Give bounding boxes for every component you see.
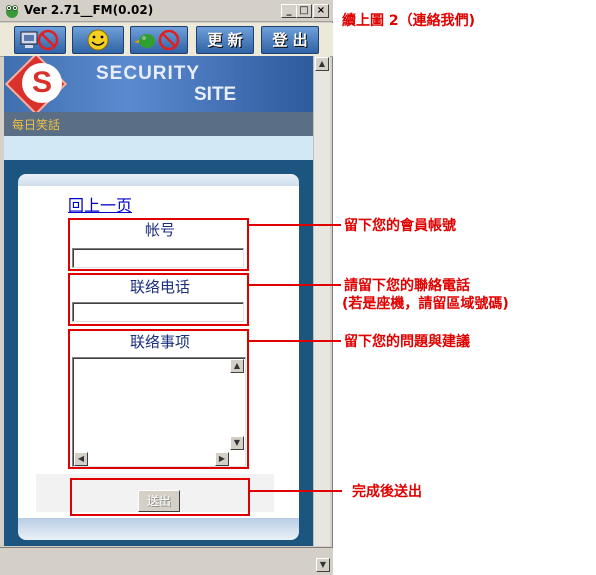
light-strip (4, 136, 313, 160)
phone-highlight-box (68, 273, 249, 326)
update-char-1: 更 (207, 31, 223, 49)
phone-leader-line (249, 284, 341, 286)
toolbar-no-computer-button[interactable] (14, 26, 66, 54)
prohibited-computer-icon (20, 29, 59, 51)
matters-highlight-box (68, 329, 249, 469)
window-vertical-scrollbar[interactable]: ▲ (313, 56, 330, 546)
update-button-label: 更 新 (197, 27, 253, 53)
account-leader-line (249, 224, 341, 226)
matters-note: 留下您的問題與建議 (344, 334, 470, 350)
minimize-button[interactable]: _ (281, 4, 297, 18)
phone-note-line-2: (若是座機，請留區域號碼) (342, 296, 509, 312)
toolbar-logout-button[interactable]: 登 出 (261, 26, 319, 54)
toolbar-no-bird-button[interactable] (130, 26, 188, 54)
toolbar-update-button[interactable]: 更 新 (196, 26, 254, 54)
daily-jokes-link[interactable]: 每日笑話 (12, 116, 60, 133)
nav-bar: 每日笑話 (4, 112, 313, 136)
annotation-heading: 續上圖 2（連絡我們) (342, 13, 476, 29)
back-link[interactable]: 回上一页 (68, 192, 132, 216)
logout-button-label: 登 出 (262, 27, 318, 53)
account-highlight-box (68, 218, 249, 271)
status-bar: ▼ (0, 547, 333, 575)
smiley-face-icon (87, 29, 109, 51)
brand-line-2: SITE (194, 84, 237, 105)
toolbar-smiley-button[interactable] (72, 26, 124, 54)
submit-highlight-box (70, 478, 250, 516)
prohibited-bird-icon (134, 29, 180, 51)
window-title: Ver 2.71__FM(0.02) (24, 3, 154, 17)
brand-line-1: SECURITY (96, 63, 201, 84)
update-char-2: 新 (227, 31, 243, 49)
site-banner: S SECURITY SITE (4, 56, 313, 116)
close-button[interactable]: × (313, 4, 329, 18)
window-scroll-down-icon[interactable]: ▼ (316, 558, 330, 572)
window-scroll-up-icon[interactable]: ▲ (315, 57, 329, 71)
submit-leader-line (250, 490, 342, 492)
frog-app-icon (6, 5, 18, 18)
title-bar[interactable]: Ver 2.71__FM(0.02) _ □ × (0, 0, 333, 22)
account-note: 留下您的會員帳號 (344, 218, 456, 234)
logo-s-icon: S (22, 63, 62, 103)
submit-note: 完成後送出 (352, 484, 422, 500)
phone-note-line-1: 請留下您的聯絡電話 (344, 278, 470, 294)
maximize-button[interactable]: □ (296, 4, 312, 18)
logout-char-2: 出 (292, 31, 308, 49)
logout-char-1: 登 (272, 31, 288, 49)
matters-leader-line (249, 340, 341, 342)
card-bottom-rounded (18, 518, 299, 540)
toolbar: 更 新 登 出 (0, 23, 333, 57)
